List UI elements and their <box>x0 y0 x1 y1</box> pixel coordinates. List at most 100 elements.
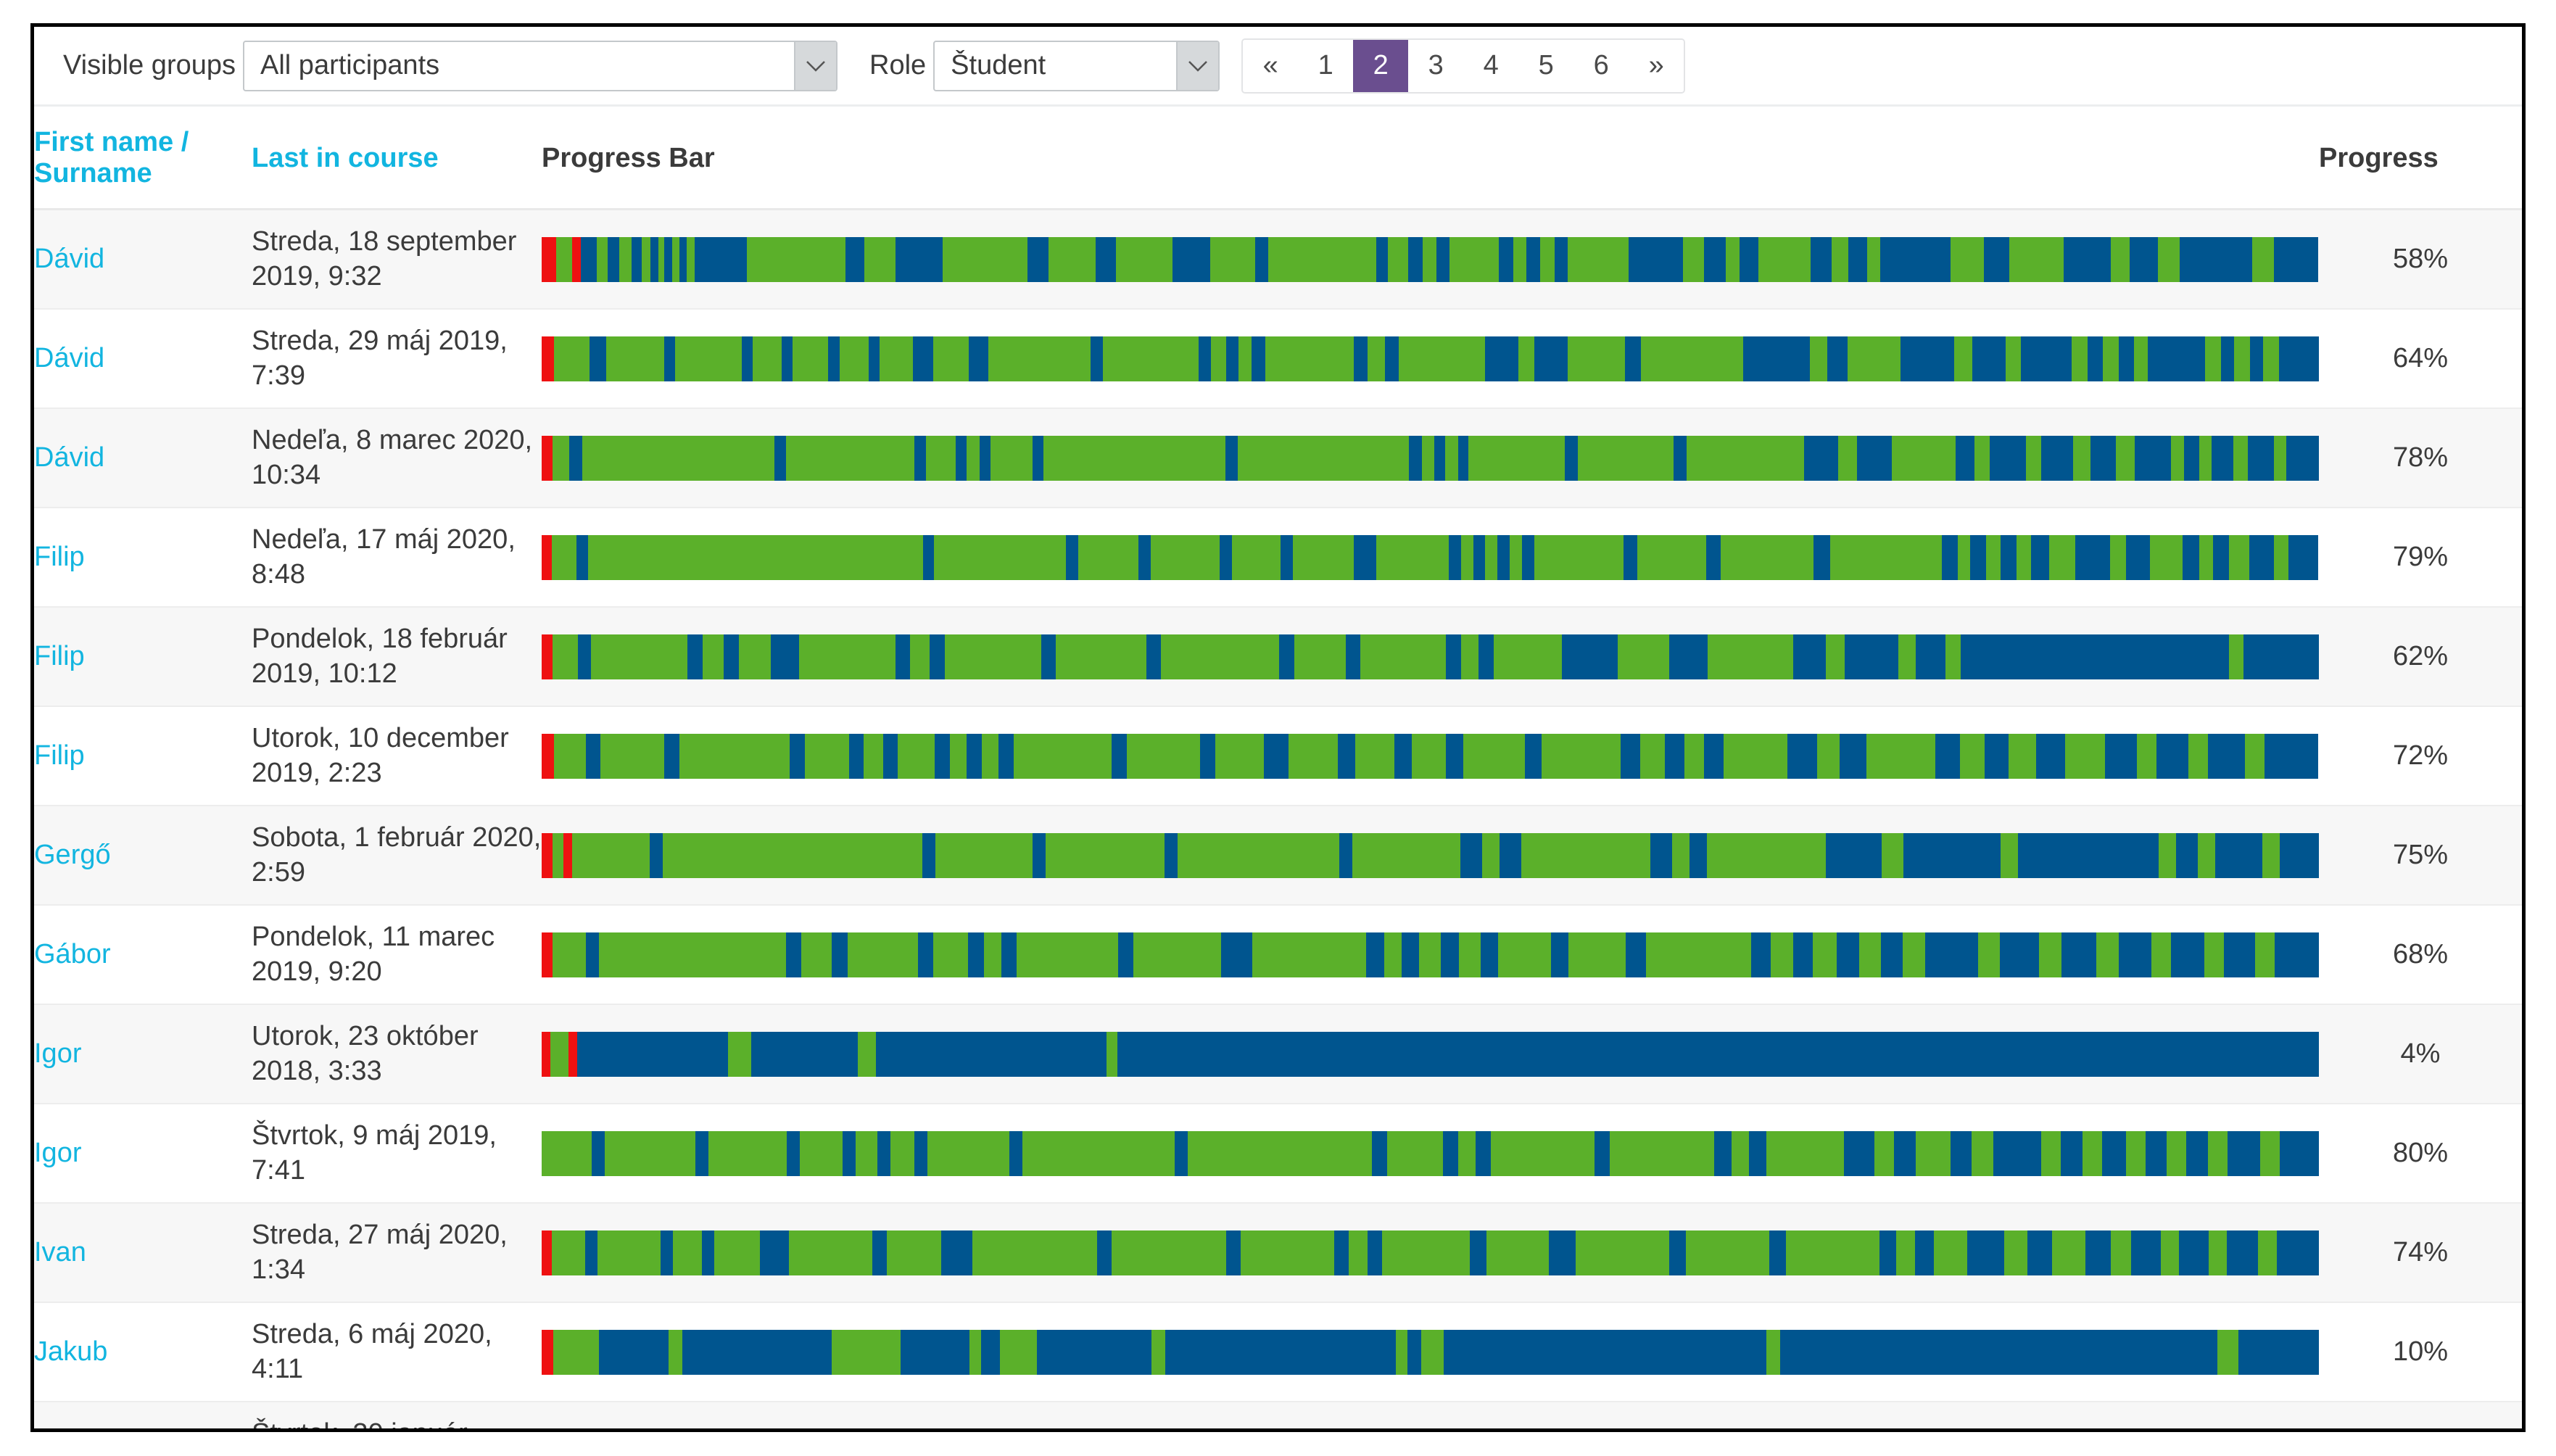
progress-segment-green[interactable] <box>2260 1131 2280 1176</box>
progress-segment-green[interactable] <box>880 336 913 381</box>
progress-segment-green[interactable] <box>553 833 563 878</box>
progress-segment-blue[interactable] <box>2250 336 2263 381</box>
progress-segment-blue[interactable] <box>2238 1330 2319 1375</box>
participant-name-link[interactable]: Gergő <box>34 840 111 870</box>
progress-segment-green[interactable] <box>2151 932 2171 977</box>
progress-segment-green[interactable] <box>1896 1230 1915 1275</box>
progress-segment-green[interactable] <box>1422 436 1435 481</box>
progress-segment-green[interactable] <box>687 1429 720 1433</box>
progress-segment-blue[interactable] <box>1857 436 1891 481</box>
progress-segment-green[interactable] <box>2096 932 2118 977</box>
progress-segment-green[interactable] <box>2111 237 2130 282</box>
progress-segment-blue[interactable] <box>876 1032 1107 1077</box>
progress-segment-blue[interactable] <box>679 237 687 282</box>
progress-segment-blue[interactable] <box>1354 336 1367 381</box>
progress-segment-blue[interactable] <box>569 436 582 481</box>
progress-segment-blue[interactable] <box>2075 535 2110 580</box>
progress-segment-blue[interactable] <box>1769 1230 1786 1275</box>
progress-segment-green[interactable] <box>1578 436 1674 481</box>
progress-segment-green[interactable] <box>1934 1230 1967 1275</box>
progress-segment-green[interactable] <box>934 535 1066 580</box>
progress-segment-green[interactable] <box>1848 336 1901 381</box>
progress-segment-green[interactable] <box>619 237 631 282</box>
progress-segment-blue[interactable] <box>1074 1429 1086 1433</box>
progress-segment-blue[interactable] <box>1033 833 1046 878</box>
progress-segment-green[interactable] <box>1766 1330 1780 1375</box>
progress-segment-blue[interactable] <box>1436 237 1449 282</box>
progress-segment-green[interactable] <box>552 1429 572 1433</box>
progress-segment-green[interactable] <box>1810 336 1828 381</box>
progress-segment-blue[interactable] <box>1853 1429 1882 1433</box>
progress-segment-green[interactable] <box>1382 1230 1470 1275</box>
progress-segment-green[interactable] <box>2083 1131 2102 1176</box>
progress-segment-blue[interactable] <box>1441 932 1458 977</box>
progress-segment-blue[interactable] <box>782 336 793 381</box>
progress-segment-green[interactable] <box>950 734 967 779</box>
progress-segment-blue[interactable] <box>896 634 911 679</box>
progress-segment-green[interactable] <box>1874 1131 1894 1176</box>
progress-segment-blue[interactable] <box>981 1330 999 1375</box>
progress-segment-green[interactable] <box>1458 1131 1476 1176</box>
progress-segment-green[interactable] <box>1485 535 1497 580</box>
progress-segment-blue[interactable] <box>1264 734 1289 779</box>
progress-segment-blue[interactable] <box>1175 1131 1188 1176</box>
progress-segment-green[interactable] <box>1974 436 1990 481</box>
progress-segment-green[interactable] <box>1972 1131 1993 1176</box>
progress-segment-green[interactable] <box>1826 634 1845 679</box>
progress-segment-green[interactable] <box>1349 1230 1368 1275</box>
progress-segment-blue[interactable] <box>1522 535 1534 580</box>
progress-segment-blue[interactable] <box>2183 535 2199 580</box>
progress-segment-blue[interactable] <box>2064 237 2111 282</box>
progress-segment-green[interactable] <box>552 1230 585 1275</box>
progress-segment-green[interactable] <box>2199 436 2212 481</box>
progress-segment-blue[interactable] <box>1804 436 1838 481</box>
progress-segment-red[interactable] <box>542 833 553 878</box>
progress-segment-green[interactable] <box>675 336 742 381</box>
progress-segment-blue[interactable] <box>2112 1429 2132 1433</box>
progress-segment-green[interactable] <box>1986 535 2001 580</box>
progress-segment-blue[interactable] <box>1368 1230 1382 1275</box>
progress-segment-blue[interactable] <box>1408 237 1423 282</box>
progress-segment-green[interactable] <box>2188 734 2208 779</box>
progress-segment-blue[interactable] <box>1844 1131 1874 1176</box>
progress-segment-green[interactable] <box>1832 237 1848 282</box>
progress-segment-blue[interactable] <box>1740 237 1758 282</box>
progress-segment-green[interactable] <box>1892 436 1956 481</box>
progress-segment-green[interactable] <box>1000 1330 1037 1375</box>
progress-segment-blue[interactable] <box>1165 833 1178 878</box>
progress-segment-blue[interactable] <box>760 1230 789 1275</box>
progress-segment-blue[interactable] <box>1689 833 1707 878</box>
progress-segment-green[interactable] <box>1758 237 1811 282</box>
progress-segment-green[interactable] <box>732 1429 917 1433</box>
progress-segment-green[interactable] <box>990 436 1033 481</box>
progress-segment-green[interactable] <box>2009 237 2064 282</box>
progress-segment-green[interactable] <box>1017 932 1118 977</box>
progress-segment-green[interactable] <box>1518 336 1534 381</box>
participant-name-link[interactable]: Igor <box>34 1138 81 1168</box>
progress-segment-blue[interactable] <box>1706 535 1721 580</box>
progress-segment-blue[interactable] <box>1555 1429 1571 1433</box>
progress-segment-green[interactable] <box>1927 1429 1947 1433</box>
participant-name-link[interactable]: Filip <box>34 740 85 771</box>
progress-segment-blue[interactable] <box>1624 1429 1641 1433</box>
progress-segment-green[interactable] <box>2255 932 2275 977</box>
progress-segment-blue[interactable] <box>930 634 945 679</box>
progress-segment-green[interactable] <box>2041 1131 2061 1176</box>
progress-segment-green[interactable] <box>2090 1429 2111 1433</box>
progress-segment-green[interactable] <box>1830 535 1942 580</box>
progress-segment-blue[interactable] <box>1714 1131 1732 1176</box>
progress-segment-green[interactable] <box>1107 1032 1117 1077</box>
progress-segment-blue[interactable] <box>1226 336 1238 381</box>
progress-segment-blue[interactable] <box>914 436 926 481</box>
progress-segment-blue[interactable] <box>2280 833 2319 878</box>
progress-segment-green[interactable] <box>1707 833 1826 878</box>
progress-segment-blue[interactable] <box>1037 1330 1152 1375</box>
progress-segment-blue[interactable] <box>914 1131 927 1176</box>
progress-segment-green[interactable] <box>2158 237 2179 282</box>
progress-segment-green[interactable] <box>1445 436 1458 481</box>
progress-segment-blue[interactable] <box>586 932 599 977</box>
progress-segment-green[interactable] <box>1817 734 1840 779</box>
progress-segment-blue[interactable] <box>1985 734 2009 779</box>
progress-segment-red[interactable] <box>568 1032 577 1077</box>
progress-segment-blue[interactable] <box>2280 1131 2319 1176</box>
